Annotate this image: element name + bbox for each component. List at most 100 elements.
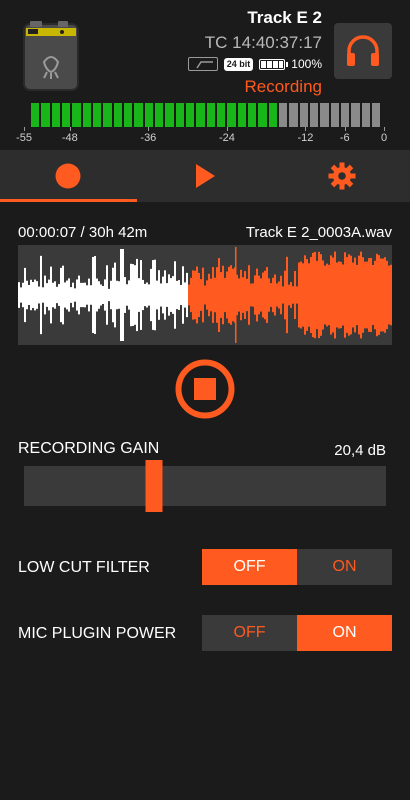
waveform-bar — [358, 255, 360, 335]
waveform-bar — [148, 284, 150, 306]
waveform-bar — [46, 283, 48, 307]
waveform-bar — [366, 261, 368, 329]
waveform-bar — [246, 278, 248, 312]
waveform-bar — [298, 262, 300, 328]
waveform-bar — [300, 261, 302, 329]
waveform-bar — [108, 288, 110, 302]
battery-icon — [259, 58, 289, 70]
level-meter — [31, 103, 381, 127]
waveform-bar — [192, 270, 194, 320]
waveform-bar — [88, 278, 90, 312]
waveform-bar — [354, 257, 356, 333]
mic-power-on-button[interactable]: ON — [297, 615, 392, 651]
waveform-bar — [324, 265, 326, 325]
meter-tick — [148, 127, 150, 131]
headphones-icon — [347, 35, 379, 66]
tab-play[interactable] — [137, 150, 274, 202]
sd-card-icon — [187, 57, 218, 71]
meter-segment — [340, 103, 350, 127]
meter-segment — [113, 103, 122, 127]
waveform-bar — [86, 285, 88, 305]
waveform-bar — [146, 282, 148, 308]
waveform-bar — [296, 286, 298, 304]
waveform-bar — [94, 256, 96, 334]
waveform-bar — [362, 257, 364, 333]
waveform-bar — [262, 272, 264, 318]
low-cut-filter-label: LOW CUT FILTER — [18, 559, 150, 576]
waveform-bar — [198, 272, 200, 318]
waveform-bar — [36, 281, 38, 309]
waveform-bar — [138, 278, 140, 312]
waveform-bar — [232, 268, 234, 322]
waveform-bar — [230, 265, 232, 325]
recording-file-name: Track E 2_0003A.wav — [245, 224, 392, 241]
stop-icon — [194, 378, 216, 400]
waveform-bar — [292, 286, 294, 304]
waveform-bar — [228, 266, 230, 324]
track-name: Track E 2 — [247, 8, 322, 27]
waveform-bar — [18, 282, 20, 308]
status-header: Track E 2 TC 14:40:37:17 24 bit 100% Rec… — [0, 0, 410, 150]
low-cut-off-button[interactable]: OFF — [202, 549, 297, 585]
meter-segment — [196, 103, 205, 127]
mic-power-off-button[interactable]: OFF — [202, 615, 297, 651]
meter-segment — [51, 103, 60, 127]
waveform-bar — [390, 264, 392, 326]
status-indicators: 24 bit 100% — [187, 56, 322, 72]
waveform-bar — [132, 264, 134, 326]
battery-percent: 100% — [291, 57, 322, 71]
waveform-bar — [72, 282, 74, 308]
waveform-bar — [152, 260, 154, 330]
meter-tick — [24, 127, 25, 131]
tab-settings[interactable] — [273, 150, 410, 202]
meter-segment — [268, 103, 277, 127]
stop-button[interactable] — [175, 359, 235, 419]
meter-segment — [154, 103, 164, 127]
waveform-bar — [158, 270, 160, 320]
meter-tick-label: -6 — [339, 132, 350, 144]
waveform-bar — [238, 278, 240, 312]
waveform-bar — [328, 264, 330, 326]
waveform-bar — [288, 284, 290, 306]
meter-tick-label: -12 — [297, 132, 314, 144]
meter-tick-label: -48 — [61, 132, 78, 144]
waveform-bar — [202, 267, 204, 323]
waveform-bar — [40, 255, 42, 335]
waveform-bar — [188, 284, 190, 306]
waveform-bar — [48, 279, 50, 311]
meter-segment — [361, 103, 370, 127]
waveform-bar — [308, 263, 310, 327]
waveform-bar — [118, 281, 120, 309]
waveform-bar — [130, 263, 132, 327]
meter-segment — [144, 103, 153, 127]
meter-segment — [61, 103, 71, 127]
waveform-bar — [110, 280, 112, 310]
meter-segment — [123, 103, 133, 127]
waveform-bar — [260, 278, 262, 312]
meter-segment — [371, 103, 381, 127]
waveform-bar — [180, 284, 182, 306]
meter-segment — [92, 103, 102, 127]
waveform-bar — [162, 276, 164, 314]
waveform-bar — [178, 280, 180, 310]
meter-tick — [69, 127, 71, 131]
waveform-bar — [206, 280, 208, 310]
timecode: TC 14:40:37:17 — [204, 33, 322, 52]
gain-slider-handle[interactable] — [145, 460, 163, 512]
waveform-bar — [50, 266, 52, 324]
waveform-bar — [194, 270, 196, 320]
waveform-bar — [332, 257, 334, 333]
headphones-button[interactable] — [334, 23, 392, 79]
waveform-bar — [120, 249, 122, 341]
tab-record[interactable] — [0, 150, 137, 202]
waveform-bar — [122, 249, 124, 341]
waveform-bar — [190, 277, 192, 313]
waveform-bar — [98, 281, 100, 309]
waveform-bar — [150, 268, 152, 322]
waveform-bar — [282, 286, 284, 304]
low-cut-on-button[interactable]: ON — [297, 549, 392, 585]
recording-gain-slider[interactable] — [24, 460, 386, 512]
waveform-bar — [200, 279, 202, 311]
waveform-bar — [312, 252, 314, 338]
waveform-bar — [68, 278, 70, 312]
